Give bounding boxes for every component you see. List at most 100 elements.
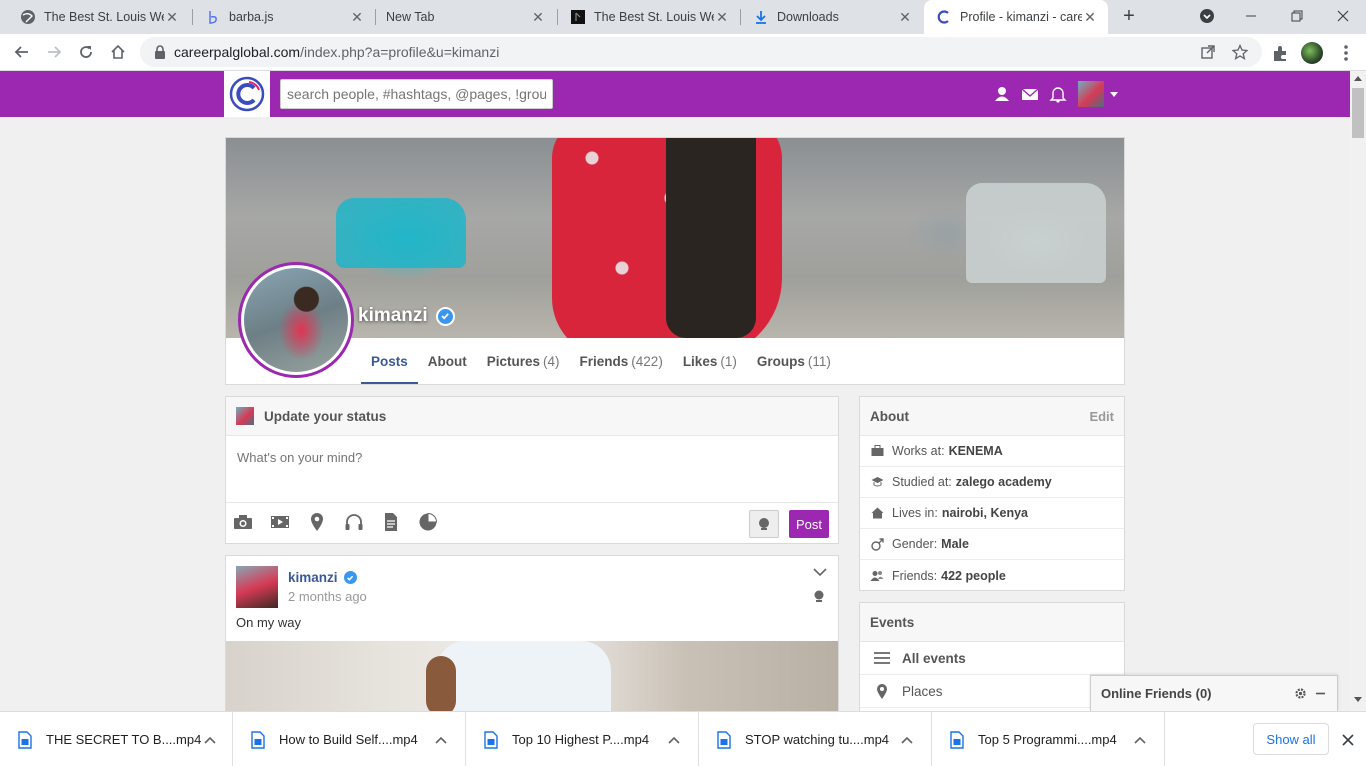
- file-icon[interactable]: [380, 512, 402, 532]
- tab-search-button[interactable]: [1184, 0, 1230, 32]
- tab-groups[interactable]: Groups (11): [747, 338, 841, 384]
- about-row-studied: Studied at: zalego academy: [860, 467, 1124, 498]
- chevron-up-icon[interactable]: [664, 730, 684, 750]
- messages-icon[interactable]: [1020, 84, 1040, 104]
- restore-button[interactable]: [1274, 0, 1320, 32]
- home-icon: [870, 506, 884, 520]
- edit-link[interactable]: Edit: [1089, 409, 1114, 424]
- new-tab-button[interactable]: +: [1119, 5, 1139, 27]
- chevron-up-icon[interactable]: [431, 730, 451, 750]
- status-composer: Update your status Post: [225, 396, 839, 544]
- chevron-up-icon[interactable]: [897, 730, 917, 750]
- arrow-right-icon: [48, 46, 62, 58]
- close-icon[interactable]: ✕: [897, 9, 913, 25]
- friends-icon: [870, 569, 884, 583]
- video-icon[interactable]: [269, 512, 291, 532]
- tab-likes[interactable]: Likes (1): [673, 338, 747, 384]
- chevron-up-icon[interactable]: [201, 730, 218, 750]
- status-input[interactable]: [226, 436, 838, 502]
- tab-posts[interactable]: Posts: [361, 338, 418, 384]
- download-item[interactable]: Top 5 Programmi....mp4: [932, 712, 1165, 766]
- close-icon[interactable]: ✕: [714, 9, 730, 25]
- post-text: On my way: [236, 615, 302, 630]
- browser-tab[interactable]: New Tab ✕: [366, 0, 556, 34]
- scroll-up-icon[interactable]: [1354, 76, 1362, 81]
- scroll-down-icon[interactable]: [1354, 697, 1362, 702]
- address-bar[interactable]: careerpalglobal.com/index.php?a=profile&…: [140, 37, 1262, 67]
- scroll-thumb[interactable]: [1352, 88, 1364, 138]
- close-icon[interactable]: ✕: [349, 9, 365, 25]
- chevron-up-icon[interactable]: [1130, 730, 1150, 750]
- avatar[interactable]: [236, 566, 278, 608]
- friend-requests-icon[interactable]: [992, 84, 1012, 104]
- browser-tab[interactable]: The Best St. Louis Web ✕: [0, 0, 190, 34]
- site-search-input[interactable]: [280, 79, 553, 109]
- post-button[interactable]: Post: [789, 510, 829, 538]
- about-title: About: [870, 408, 909, 424]
- privacy-button[interactable]: [749, 510, 779, 538]
- globe-privacy-icon: [814, 590, 824, 602]
- events-all[interactable]: All events: [860, 642, 1124, 675]
- menu-icon: [874, 650, 890, 666]
- star-icon[interactable]: [1232, 44, 1248, 60]
- download-item[interactable]: STOP watching tu....mp4: [699, 712, 932, 766]
- header-avatar[interactable]: [1078, 81, 1104, 107]
- profile-avatar-icon[interactable]: [1301, 42, 1323, 64]
- tab-title: The Best St. Louis Web: [44, 10, 164, 24]
- post-image[interactable]: [226, 641, 838, 714]
- browser-tab[interactable]: barba.js ✕: [185, 0, 375, 34]
- home-button[interactable]: [106, 40, 130, 64]
- post-timestamp[interactable]: 2 months ago: [288, 589, 367, 604]
- events-places[interactable]: Places: [860, 675, 1124, 708]
- tab-pictures[interactable]: Pictures (4): [477, 338, 570, 384]
- headphones-icon[interactable]: [343, 512, 365, 532]
- notifications-bell-icon[interactable]: [1048, 84, 1068, 104]
- poll-chart-icon[interactable]: [417, 512, 439, 532]
- page-scrollbar[interactable]: [1350, 71, 1366, 711]
- site-logo[interactable]: [224, 71, 270, 117]
- site-header: [0, 71, 1350, 117]
- close-icon[interactable]: [1338, 730, 1358, 750]
- tab-title: Downloads: [777, 10, 839, 24]
- tab-about[interactable]: About: [418, 338, 477, 384]
- show-all-downloads-button[interactable]: Show all: [1253, 723, 1329, 755]
- back-button[interactable]: [10, 40, 34, 64]
- minimize-icon[interactable]: [1313, 687, 1327, 701]
- download-item[interactable]: How to Build Self....mp4: [233, 712, 466, 766]
- tab-title: The Best St. Louis Web: [594, 10, 714, 24]
- profile-avatar[interactable]: [238, 262, 354, 378]
- tab-title: New Tab: [386, 10, 435, 24]
- download-item[interactable]: THE SECRET TO B....mp4: [0, 712, 233, 766]
- downloads-bar: THE SECRET TO B....mp4 How to Build Self…: [0, 711, 1366, 766]
- location-icon[interactable]: [306, 512, 328, 532]
- file-icon: [950, 730, 964, 749]
- lock-icon: [155, 45, 165, 59]
- more-menu-icon[interactable]: [1336, 43, 1356, 63]
- minimize-button[interactable]: [1228, 0, 1274, 32]
- download-filename: THE SECRET TO B....mp4: [46, 732, 202, 747]
- graduation-icon: [870, 475, 884, 489]
- browser-tab-active[interactable]: Profile - kimanzi - care ✕: [924, 0, 1108, 34]
- file-icon: [484, 730, 498, 749]
- close-icon[interactable]: ✕: [1082, 9, 1098, 25]
- tab-friends[interactable]: Friends (422): [570, 338, 673, 384]
- browser-tab[interactable]: Downloads ✕: [733, 0, 923, 34]
- briefcase-icon: [870, 444, 884, 458]
- close-window-button[interactable]: [1320, 0, 1366, 32]
- chevron-down-icon[interactable]: [1110, 92, 1118, 97]
- post-author[interactable]: kimanzi: [288, 570, 358, 585]
- careerpal-logo-icon: [229, 76, 265, 112]
- download-filename: Top 5 Programmi....mp4: [978, 732, 1117, 747]
- close-icon[interactable]: ✕: [164, 9, 180, 25]
- forward-button[interactable]: [42, 40, 66, 64]
- gear-icon[interactable]: [1293, 687, 1307, 701]
- camera-icon[interactable]: [232, 512, 254, 532]
- browser-tab[interactable]: The Best St. Louis Web ✕: [550, 0, 740, 34]
- close-icon[interactable]: ✕: [530, 9, 546, 25]
- reload-button[interactable]: [74, 40, 98, 64]
- chevron-down-icon[interactable]: [812, 564, 828, 580]
- online-friends-bar[interactable]: Online Friends (0): [1090, 675, 1338, 711]
- download-item[interactable]: Top 10 Highest P....mp4: [466, 712, 699, 766]
- open-external-icon[interactable]: [1200, 44, 1216, 60]
- extensions-icon[interactable]: [1270, 43, 1290, 63]
